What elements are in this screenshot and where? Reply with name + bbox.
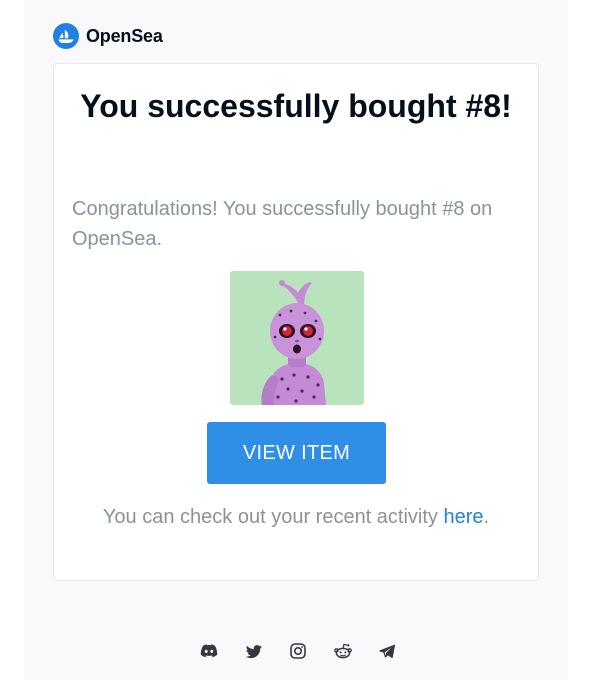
brand-name: OpenSea	[86, 25, 163, 46]
brand-header[interactable]: OpenSea	[53, 23, 163, 49]
congratulations-message: Congratulations! You successfully bought…	[72, 198, 493, 250]
discord-icon[interactable]	[198, 640, 220, 662]
social-links	[198, 640, 398, 662]
opensea-logo-icon	[53, 23, 79, 49]
activity-period: .	[483, 506, 490, 528]
view-item-button[interactable]: VIEW ITEM	[207, 422, 386, 484]
telegram-icon[interactable]	[376, 640, 398, 662]
here-link[interactable]: here	[443, 506, 483, 528]
email-card: You successfully bought #8! Congratulati…	[53, 63, 539, 581]
twitter-icon[interactable]	[243, 640, 265, 662]
headline: You successfully bought #8!	[80, 88, 512, 124]
recent-activity-text: You can check out your recent activity h…	[74, 502, 518, 532]
nft-image[interactable]	[230, 271, 364, 405]
activity-text: You can check out your recent activity	[102, 506, 444, 528]
instagram-icon[interactable]	[287, 640, 309, 662]
reddit-icon[interactable]	[332, 640, 354, 662]
nft-alien-image	[230, 271, 364, 405]
